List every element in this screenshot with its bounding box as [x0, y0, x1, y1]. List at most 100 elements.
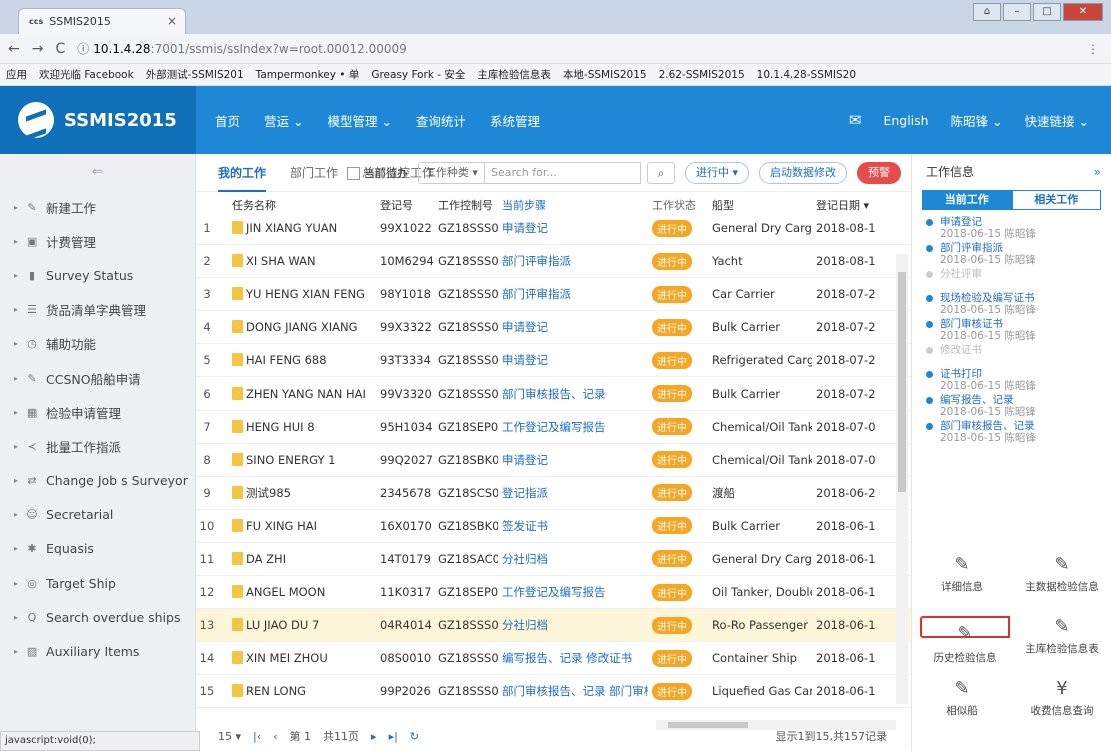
- bookmark-item[interactable]: 本地-SSMIS2015: [563, 67, 647, 82]
- category-select[interactable]: 工作种类 ▾: [417, 162, 485, 184]
- last-page-button[interactable]: ▸|: [389, 730, 398, 743]
- forward-icon[interactable]: →: [32, 41, 44, 57]
- close-window-button[interactable]: ✕: [1063, 3, 1103, 21]
- table-row[interactable]: 13 LU JIAO DU 7 04R4014 GZ18SSS000分社归档进行中 Ro…: [196, 609, 911, 643]
- cell-step[interactable]: 部门审核报告、记录: [498, 386, 648, 402]
- cell-name[interactable]: FU XING HAI: [218, 518, 376, 533]
- bookmark-item[interactable]: 应用: [6, 67, 27, 82]
- table-row[interactable]: 14 XIN MEI ZHOU 08S0010 GZ18SSS000编写报告、记录 修…: [196, 642, 911, 676]
- table-row[interactable]: 8 SINO ENERGY 1 99Q2027 GZ18SBK000申请登记进行中 Ch…: [196, 444, 911, 477]
- sidebar-item[interactable]: ▸ Q Search overdue ships: [0, 600, 195, 634]
- cell-name[interactable]: XI SHA WAN: [218, 254, 376, 268]
- action-button[interactable]: ✎ 主库检验信息表: [1017, 616, 1107, 656]
- tab-related-work[interactable]: 相关工作: [1011, 190, 1101, 210]
- tab-current-work[interactable]: 当前工作: [922, 190, 1012, 210]
- sidebar-item[interactable]: ▸ ▨ Auxiliary Items: [0, 634, 195, 668]
- action-button[interactable]: ✎ 历史检验信息: [920, 616, 1010, 664]
- cell-name[interactable]: YU HENG XIAN FENG: [218, 287, 376, 301]
- cell-name[interactable]: JIN XIANG YUAN: [218, 221, 376, 235]
- next-page-button[interactable]: ▸: [371, 730, 377, 743]
- language-link[interactable]: English: [883, 113, 928, 128]
- sidebar-item[interactable]: ▸ ✎ CCSNO船舶申请: [0, 361, 195, 395]
- cell-step[interactable]: 申请登记: [498, 352, 648, 368]
- column-header[interactable]: 任务名称: [218, 197, 376, 212]
- nav-item[interactable]: 模型管理 ⌄: [327, 111, 391, 130]
- close-tab-icon[interactable]: ×: [167, 14, 177, 28]
- column-header[interactable]: 工作状态: [648, 197, 708, 212]
- table-row[interactable]: 15 REN LONG 99P2026 GZ18SSS000部门审核报告、记录 部门审…: [196, 675, 911, 709]
- sidebar-item[interactable]: ▸ ⇄ Change Job s Surveyor: [0, 464, 195, 498]
- cell-step[interactable]: 分社归档: [498, 551, 648, 567]
- user-menu[interactable]: 陈昭锋 ⌄: [951, 111, 1003, 130]
- cell-name[interactable]: ZHEN YANG NAN HAI: [218, 386, 376, 401]
- action-button[interactable]: ✎ 详细信息: [917, 554, 1007, 594]
- search-input[interactable]: Search for...: [484, 162, 641, 184]
- bookmark-item[interactable]: 2.62-SSMIS2015: [659, 69, 745, 81]
- action-button[interactable]: ✎ 主数据检验信息: [1017, 554, 1107, 594]
- sidebar-collapse-icon[interactable]: ⇐: [0, 154, 195, 190]
- scroll-thumb[interactable]: [898, 272, 906, 492]
- browser-menu-icon[interactable]: ⋮: [1087, 42, 1099, 56]
- column-header[interactable]: 工作控制号: [434, 197, 498, 212]
- cell-name[interactable]: DA ZHI: [218, 551, 376, 566]
- window-menu-button[interactable]: ⌂: [973, 3, 1001, 21]
- first-page-button[interactable]: |‹: [253, 730, 261, 743]
- table-row[interactable]: 11 DA ZHI 14T0179 GZ18SAC000分社归档进行中 General …: [196, 543, 911, 577]
- cell-name[interactable]: HENG HUI 8: [218, 419, 376, 434]
- cell-step[interactable]: 签发证书: [498, 518, 648, 534]
- quick-links-menu[interactable]: 快速链接 ⌄: [1025, 111, 1089, 130]
- bookmark-item[interactable]: Greasy Fork - 安全: [371, 67, 465, 82]
- cell-step[interactable]: 分社归档: [498, 617, 648, 633]
- nav-item[interactable]: 首页: [215, 111, 240, 130]
- start-modify-button[interactable]: 启动数据修改: [759, 162, 847, 184]
- reload-icon[interactable]: C: [55, 41, 65, 57]
- cell-step[interactable]: 申请登记: [498, 319, 648, 335]
- cell-step[interactable]: 工作登记及编写报告: [498, 419, 648, 435]
- pending-checkbox[interactable]: 当前待办: [346, 165, 408, 181]
- cell-name[interactable]: XIN MEI ZHOU: [218, 651, 376, 665]
- cell-name[interactable]: REN LONG: [218, 684, 376, 698]
- sidebar-item[interactable]: ▸ ◎ Target Ship: [0, 566, 195, 600]
- tab-dept-work[interactable]: 部门工作: [290, 154, 338, 192]
- vertical-scrollbar[interactable]: [896, 254, 908, 704]
- sidebar-item[interactable]: ▸ ▦ 检验申请管理: [0, 395, 195, 429]
- bookmark-item[interactable]: 欢迎光临 Facebook: [39, 67, 134, 82]
- table-row[interactable]: 7 HENG HUI 8 95H1034 GZ18SEP000工作登记及编写报告进行中…: [196, 411, 911, 444]
- info-icon[interactable]: ⓘ: [77, 40, 89, 57]
- nav-item[interactable]: 系统管理: [490, 111, 540, 130]
- cell-step[interactable]: 登记指派: [498, 485, 648, 501]
- tab-my-work[interactable]: 我的工作: [218, 154, 267, 192]
- cell-step[interactable]: 部门评审指派: [498, 286, 648, 302]
- nav-item[interactable]: 营运 ⌄: [264, 111, 303, 130]
- column-header[interactable]: 当前步骤: [498, 197, 648, 212]
- mail-icon[interactable]: ✉: [849, 111, 862, 129]
- table-row[interactable]: 9 测试985 2345678 GZ18SCS000登记指派进行中 渡船 2018-06-…: [196, 477, 911, 510]
- prev-page-button[interactable]: ‹: [273, 730, 277, 743]
- cell-name[interactable]: 测试985: [218, 485, 376, 501]
- table-row[interactable]: 10 FU XING HAI 16X0170 GZ18SBK000签发证书进行中 Bul…: [196, 510, 911, 543]
- cell-name[interactable]: HAI FENG 688: [218, 353, 376, 367]
- sidebar-item[interactable]: ▸ ☰ 货品清单字典管理: [0, 293, 195, 327]
- cell-step[interactable]: 部门审核报告、记录 部门审核: [498, 683, 648, 699]
- bookmark-item[interactable]: 外部测试-SSMIS201: [146, 67, 244, 82]
- bookmark-item[interactable]: Tampermonkey • 单: [256, 67, 360, 82]
- sidebar-item[interactable]: ▸ ☺ Secretarial: [0, 498, 195, 532]
- table-row[interactable]: 12 ANGEL MOON 11K0317 GZ18SEP000工作登记及编写报告进行…: [196, 576, 911, 610]
- cell-name[interactable]: SINO ENERGY 1: [218, 452, 376, 467]
- table-row[interactable]: 3 YU HENG XIAN FENG 98Y1018 GZ18SSS000部门评审指…: [196, 278, 911, 312]
- cell-name[interactable]: ANGEL MOON: [218, 585, 376, 599]
- expand-icon[interactable]: »: [1094, 154, 1101, 190]
- cell-step[interactable]: 编写报告、记录 修改证书: [498, 650, 648, 666]
- column-header[interactable]: 登记日期 ▾: [812, 197, 876, 212]
- sidebar-item[interactable]: ▸ ✱ Equasis: [0, 532, 195, 566]
- maximize-button[interactable]: □: [1033, 3, 1061, 21]
- cell-name[interactable]: DONG JIANG XIANG: [218, 320, 376, 334]
- table-row[interactable]: 4 DONG JIANG XIANG 99X3322 GZ18SSS000申请登记进行…: [196, 311, 911, 345]
- bookmark-item[interactable]: 主库检验信息表: [477, 67, 551, 82]
- page-input[interactable]: 第 1: [290, 728, 312, 744]
- browser-tab[interactable]: ccs SSMIS2015 ×: [18, 8, 186, 34]
- sidebar-item[interactable]: ▸ ◷ 辅助功能: [0, 327, 195, 361]
- cell-step[interactable]: 工作登记及编写报告: [498, 584, 648, 600]
- action-button[interactable]: ¥ 收费信息查询: [1017, 678, 1107, 718]
- warning-button[interactable]: 预警: [857, 162, 901, 184]
